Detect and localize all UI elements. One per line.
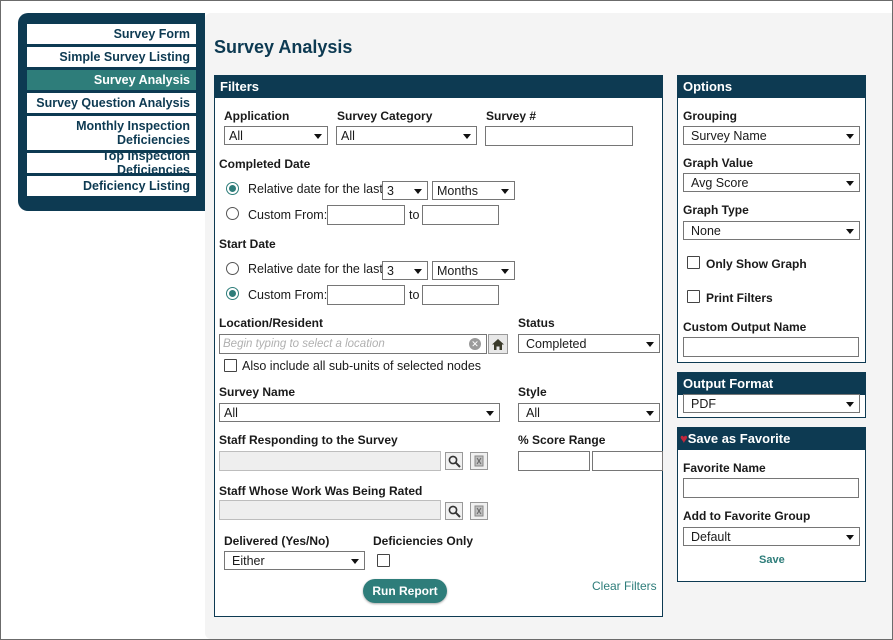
deficiencies-only-label: Deficiencies Only xyxy=(373,534,474,548)
only-show-graph-checkbox[interactable] xyxy=(687,256,700,269)
start-relative-unit-select[interactable]: Months xyxy=(432,261,515,280)
favorite-name-label: Favorite Name xyxy=(683,461,766,475)
survey-number-input[interactable] xyxy=(485,126,633,146)
start-relative-count-select[interactable]: 3 xyxy=(382,261,428,280)
completed-relative-radio[interactable] xyxy=(226,182,239,195)
favorite-group-select[interactable]: Default xyxy=(683,527,860,546)
sidebar-item-survey-form[interactable]: Survey Form xyxy=(27,24,196,44)
search-icon xyxy=(448,505,461,518)
sidebar-item-survey-question-analysis[interactable]: Survey Question Analysis xyxy=(27,93,196,113)
start-to-input[interactable] xyxy=(422,285,499,305)
staff-rated-input[interactable] xyxy=(219,500,441,520)
start-date-label: Start Date xyxy=(219,237,276,251)
completed-to-label: to xyxy=(409,208,420,222)
graph-type-select[interactable]: None xyxy=(683,221,860,240)
completed-date-label: Completed Date xyxy=(219,157,311,171)
sidebar-item-monthly-inspection-deficiencies[interactable]: Monthly Inspection Deficiencies xyxy=(27,116,196,150)
output-format-header: Output Format xyxy=(678,373,865,395)
completed-relative-unit-select[interactable]: Months xyxy=(432,181,515,200)
print-filters-label: Print Filters xyxy=(706,291,773,305)
subunits-label: Also include all sub-units of selected n… xyxy=(242,359,482,373)
only-show-graph-label: Only Show Graph xyxy=(706,257,807,271)
location-placeholder: Begin typing to select a location xyxy=(223,338,385,350)
save-favorite-button[interactable]: Save xyxy=(759,554,785,566)
survey-name-label: Survey Name xyxy=(219,385,296,399)
sidebar-item-top-inspection-deficiencies[interactable]: Top Inspection Deficiencies xyxy=(27,149,196,177)
filters-header: Filters xyxy=(215,76,662,98)
style-label: Style xyxy=(518,385,547,399)
clear-location-icon[interactable]: ✕ xyxy=(469,338,481,350)
start-custom-label: Custom From: xyxy=(248,288,328,302)
deficiencies-only-checkbox[interactable] xyxy=(377,554,390,567)
staff-responding-label: Staff Responding to the Survey xyxy=(219,433,398,447)
graph-type-label: Graph Type xyxy=(683,203,749,217)
favorite-group-label: Add to Favorite Group xyxy=(683,509,811,523)
staff-responding-input[interactable] xyxy=(219,451,441,471)
location-input[interactable]: Begin typing to select a location ✕ xyxy=(219,334,487,354)
start-custom-radio[interactable] xyxy=(226,287,239,300)
grouping-select[interactable]: Survey Name xyxy=(683,126,860,145)
favorite-title: Save as Favorite xyxy=(687,431,791,446)
clear-filters-link[interactable]: Clear Filters xyxy=(592,579,657,593)
custom-output-name-input[interactable] xyxy=(683,337,859,357)
clear-icon xyxy=(474,455,484,467)
survey-category-label: Survey Category xyxy=(337,109,433,123)
staff-rated-label: Staff Whose Work Was Being Rated xyxy=(219,484,423,498)
start-from-input[interactable] xyxy=(327,285,405,305)
application-label: Application xyxy=(224,109,290,123)
style-select[interactable]: All xyxy=(518,403,660,422)
survey-name-select[interactable]: All xyxy=(219,403,500,422)
delivered-label: Delivered (Yes/No) xyxy=(224,534,330,548)
favorite-name-input[interactable] xyxy=(683,478,859,498)
completed-relative-label: Relative date for the last xyxy=(248,182,383,196)
sidebar-nav: Survey Form Simple Survey Listing Survey… xyxy=(18,13,205,211)
run-report-button[interactable]: Run Report xyxy=(363,579,447,603)
status-label: Status xyxy=(518,316,555,330)
staff-responding-search-button[interactable] xyxy=(445,452,463,470)
location-label: Location/Resident xyxy=(219,316,324,330)
completed-relative-count-select[interactable]: 3 xyxy=(382,181,428,200)
completed-from-input[interactable] xyxy=(327,205,405,225)
staff-responding-clear-button[interactable] xyxy=(470,452,488,470)
search-icon xyxy=(448,455,461,468)
score-range-label: % Score Range xyxy=(518,433,606,447)
page-title: Survey Analysis xyxy=(214,37,353,57)
subunits-checkbox[interactable] xyxy=(224,359,237,372)
completed-custom-radio[interactable] xyxy=(226,207,239,220)
status-select[interactable]: Completed xyxy=(518,334,660,353)
clear-icon xyxy=(474,505,484,517)
graph-value-select[interactable]: Avg Score xyxy=(683,173,860,192)
sidebar-item-survey-analysis[interactable]: Survey Analysis xyxy=(27,70,196,90)
start-to-label: to xyxy=(409,288,420,302)
survey-category-select[interactable]: All xyxy=(336,126,477,145)
delivered-select[interactable]: Either xyxy=(224,551,365,570)
options-header: Options xyxy=(678,76,865,98)
application-select[interactable]: All xyxy=(224,126,328,145)
home-icon xyxy=(492,338,504,350)
favorite-header: ♥Save as Favorite xyxy=(678,428,865,450)
staff-rated-search-button[interactable] xyxy=(445,502,463,520)
score-min-input[interactable] xyxy=(518,451,590,471)
graph-value-label: Graph Value xyxy=(683,156,754,170)
sidebar-item-deficiency-listing[interactable]: Deficiency Listing xyxy=(27,176,196,196)
score-max-input[interactable] xyxy=(592,451,663,471)
completed-to-input[interactable] xyxy=(422,205,499,225)
start-relative-radio[interactable] xyxy=(226,262,239,275)
output-format-select[interactable]: PDF xyxy=(683,394,860,413)
completed-custom-label: Custom From: xyxy=(248,208,328,222)
location-tree-button[interactable] xyxy=(488,334,508,354)
survey-number-label: Survey # xyxy=(486,109,537,123)
sidebar-item-simple-survey-listing[interactable]: Simple Survey Listing xyxy=(27,47,196,67)
staff-rated-clear-button[interactable] xyxy=(470,502,488,520)
heart-icon: ♥ xyxy=(680,431,688,446)
custom-output-name-label: Custom Output Name xyxy=(683,320,807,334)
print-filters-checkbox[interactable] xyxy=(687,290,700,303)
start-relative-label: Relative date for the last xyxy=(248,262,383,276)
grouping-label: Grouping xyxy=(683,109,737,123)
